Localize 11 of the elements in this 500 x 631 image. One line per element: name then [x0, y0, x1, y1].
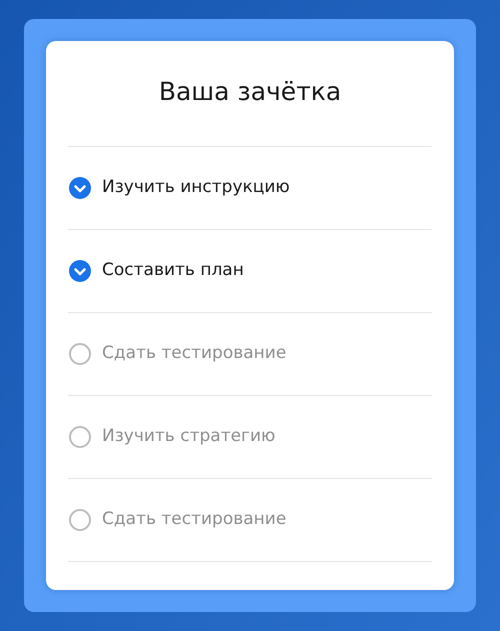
- checked-checkbox-icon[interactable]: [69, 260, 91, 282]
- unchecked-checkbox-icon[interactable]: [69, 509, 91, 531]
- task-label: Изучить стратегию: [102, 425, 276, 448]
- task-label: Сдать тестирование: [102, 508, 286, 532]
- card-title: Ваша зачётка: [158, 76, 342, 108]
- task-label: Сдать тестирование: [102, 342, 286, 366]
- task-label: Составить план: [102, 259, 244, 282]
- checked-checkbox-icon[interactable]: [69, 177, 91, 199]
- unchecked-checkbox-icon[interactable]: [69, 343, 91, 365]
- task-label: Изучить инструкцию: [102, 176, 290, 200]
- unchecked-checkbox-icon[interactable]: [69, 426, 91, 448]
